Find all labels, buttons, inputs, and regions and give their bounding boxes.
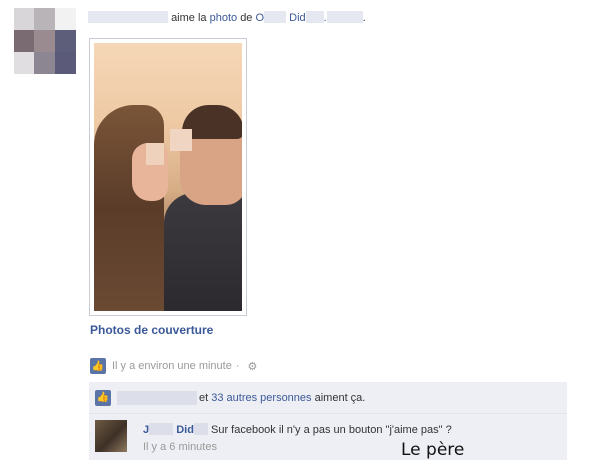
commenter-name-link[interactable]: J Did: [143, 423, 208, 436]
censored-actor-name[interactable]: [88, 11, 168, 23]
like-icon: 👍: [95, 389, 111, 406]
annotation-label: Le père: [401, 440, 465, 460]
comment-time[interactable]: Il y a 6 minutes: [143, 441, 217, 453]
likes-sentence: 👍 et 33 autres personnes aiment ça.: [89, 382, 567, 414]
comment: J Did Sur facebook il n'y a pas un bouto…: [89, 414, 567, 460]
story-meta: 👍 Il y a environ une minute · ⚙: [90, 358, 258, 374]
timestamp[interactable]: Il y a environ une minute: [112, 360, 232, 372]
cover-photo[interactable]: [89, 38, 247, 316]
album-caption-link[interactable]: Photos de couverture: [90, 323, 213, 337]
comment-text: Sur facebook il n'y a pas un bouton "j'a…: [210, 424, 452, 436]
photo-image: [94, 43, 242, 311]
photo-link[interactable]: photo: [210, 12, 238, 24]
photo-owner-link[interactable]: O Did.: [256, 11, 363, 24]
story-headline: aime la photo de O Did..: [88, 11, 366, 24]
comment-body: J Did Sur facebook il n'y a pas un bouto…: [143, 423, 452, 436]
gear-icon[interactable]: ⚙: [248, 360, 258, 373]
commenter-avatar[interactable]: [95, 420, 127, 452]
others-likers-link[interactable]: 33 autres personnes: [211, 392, 311, 404]
story-preposition: de: [240, 12, 253, 24]
censored-liker-name[interactable]: [117, 390, 197, 405]
actor-avatar[interactable]: [14, 8, 76, 74]
feedback-box: 👍 et 33 autres personnes aiment ça. J Di…: [89, 382, 567, 460]
story-verb: aime la: [171, 12, 207, 24]
thumbs-up-icon[interactable]: 👍: [90, 358, 106, 374]
